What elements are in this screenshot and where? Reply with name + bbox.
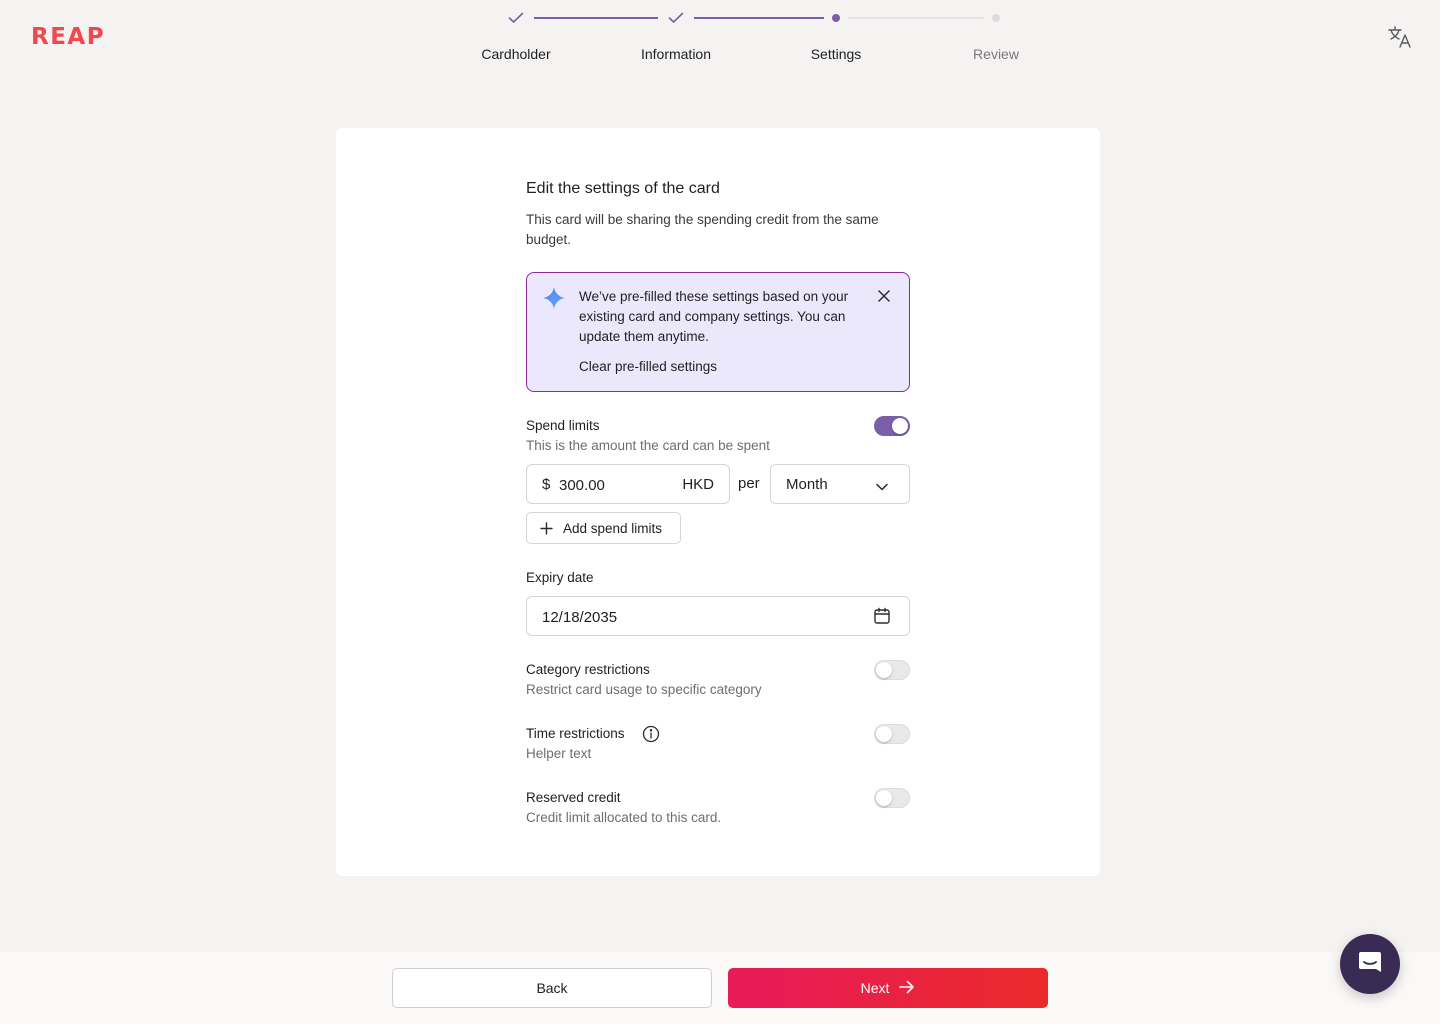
step-connector bbox=[848, 17, 984, 19]
prefill-notice-message: We’ve pre-filled these settings based on… bbox=[579, 289, 849, 344]
step-label-information[interactable]: Information bbox=[596, 46, 756, 62]
step-2-check-icon bbox=[667, 9, 685, 27]
currency-code: HKD bbox=[682, 476, 714, 493]
chat-launcher-button[interactable] bbox=[1340, 934, 1400, 994]
back-button-label: Back bbox=[536, 980, 568, 996]
progress-stepper: Cardholder Information Settings Review bbox=[0, 0, 1440, 80]
step-1-check-icon bbox=[507, 9, 525, 27]
category-restrictions-label: Category restrictions bbox=[526, 662, 650, 677]
back-button[interactable]: Back bbox=[392, 968, 712, 1008]
spend-limits-toggle[interactable] bbox=[874, 416, 910, 436]
calendar-icon[interactable] bbox=[873, 607, 891, 625]
category-restrictions-help: Restrict card usage to specific category bbox=[526, 682, 762, 697]
step-label-cardholder[interactable]: Cardholder bbox=[436, 46, 596, 62]
toggle-knob bbox=[892, 418, 908, 434]
spend-limits-help: This is the amount the card can be spent bbox=[526, 438, 770, 453]
step-label-review: Review bbox=[973, 46, 1019, 62]
period-select[interactable]: Month bbox=[770, 464, 910, 504]
toggle-knob bbox=[876, 726, 892, 742]
step-connector bbox=[694, 17, 824, 19]
toggle-knob bbox=[876, 790, 892, 806]
expiry-date-label: Expiry date bbox=[526, 570, 594, 585]
spend-limits-label: Spend limits bbox=[526, 418, 600, 433]
chevron-down-icon bbox=[875, 479, 889, 491]
card-settings-panel: Edit the settings of the card This card … bbox=[336, 128, 1100, 876]
add-spend-limits-button[interactable]: Add spend limits bbox=[526, 512, 681, 544]
next-button-label: Next bbox=[860, 980, 890, 996]
close-icon[interactable] bbox=[877, 289, 891, 303]
reserved-credit-help: Credit limit allocated to this card. bbox=[526, 810, 722, 825]
expiry-date-input[interactable] bbox=[542, 605, 842, 629]
plus-icon bbox=[540, 522, 553, 535]
toggle-knob bbox=[876, 662, 892, 678]
expiry-date-field[interactable] bbox=[526, 596, 910, 636]
form-subtitle: This card will be sharing the spending c… bbox=[526, 212, 879, 247]
time-restrictions-help: Helper text bbox=[526, 746, 592, 761]
next-button[interactable]: Next bbox=[728, 968, 1048, 1008]
clear-prefilled-settings-link[interactable]: Clear pre-filled settings bbox=[579, 359, 717, 374]
arrow-right-icon bbox=[899, 980, 915, 997]
step-label-settings: Settings bbox=[810, 46, 862, 62]
per-label: per bbox=[738, 475, 760, 492]
form-title: Edit the settings of the card bbox=[526, 180, 720, 197]
reserved-credit-toggle[interactable] bbox=[874, 788, 910, 808]
add-spend-limits-label: Add spend limits bbox=[563, 521, 663, 536]
currency-symbol: $ bbox=[542, 476, 551, 493]
spend-amount-input[interactable] bbox=[559, 473, 669, 497]
reserved-credit-label: Reserved credit bbox=[526, 790, 621, 805]
category-restrictions-toggle[interactable] bbox=[874, 660, 910, 680]
step-3-current-dot bbox=[827, 9, 845, 27]
prefill-notice: We’ve pre-filled these settings based on… bbox=[526, 272, 910, 392]
time-restrictions-label: Time restrictions bbox=[526, 726, 625, 741]
footer-bar: Back Next bbox=[0, 952, 1440, 1024]
info-icon[interactable] bbox=[642, 725, 660, 743]
time-restrictions-toggle[interactable] bbox=[874, 724, 910, 744]
chat-icon bbox=[1356, 948, 1384, 981]
sparkle-icon bbox=[543, 287, 565, 309]
step-connector bbox=[534, 17, 658, 19]
step-4-upcoming-dot bbox=[987, 9, 1005, 27]
spend-amount-field[interactable]: $ HKD bbox=[526, 464, 730, 504]
period-selected-value: Month bbox=[786, 476, 828, 493]
